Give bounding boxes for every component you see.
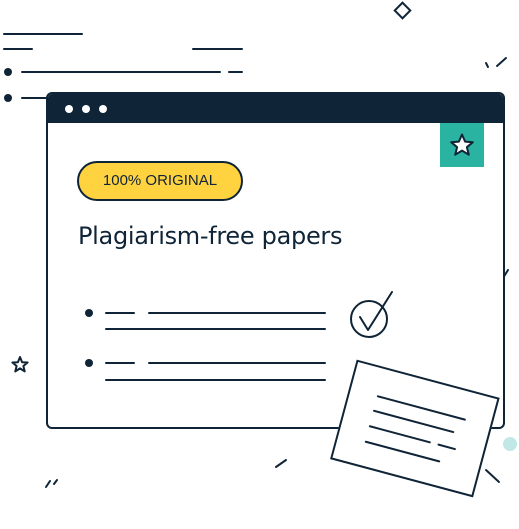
doodle-line [53,479,58,485]
diamond-icon [393,1,412,20]
accent-dot [503,437,517,451]
doodle-line [275,459,287,468]
star-outline-icon [11,356,29,373]
doodle-line [45,480,51,488]
checkmark-circle-icon [350,291,393,338]
doodle-line [485,62,489,68]
doodle-line [496,57,507,67]
window-titlebar [48,94,503,123]
dot-icon [82,105,90,113]
star-icon [450,133,474,156]
bullet-dot [4,68,12,76]
document-line [364,440,441,463]
doodle-line [485,469,500,483]
list-bullet [85,309,93,317]
original-badge: 100% ORIGINAL [77,161,243,201]
dot-icon [99,105,107,113]
document-line [368,425,431,444]
bullet-dot [4,94,12,102]
browser-window: 100% ORIGINAL Plagiarism-free papers [46,92,505,429]
page-headline: Plagiarism-free papers [78,222,343,250]
placeholder-list [85,309,326,381]
list-bullet [85,359,93,367]
document-line [437,443,456,451]
dot-icon [65,105,73,113]
star-badge [440,123,484,167]
